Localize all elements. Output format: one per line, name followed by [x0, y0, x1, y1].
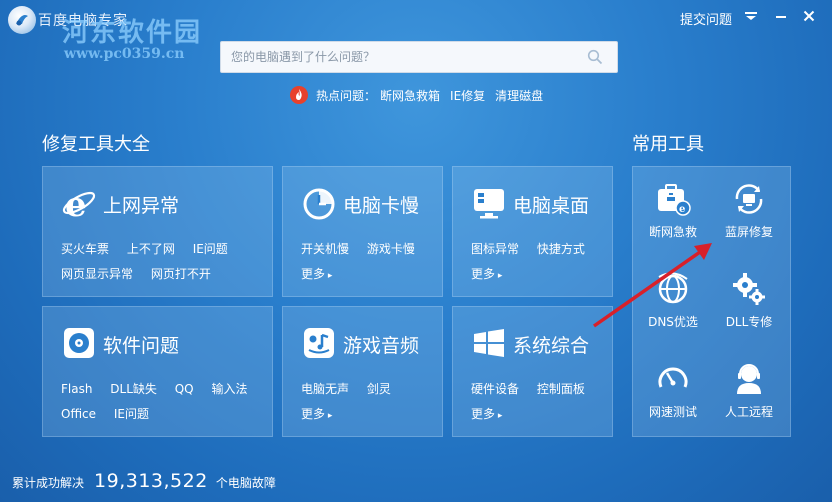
- link-icon-error[interactable]: 图标异常: [471, 242, 519, 256]
- menu-dropdown-icon[interactable]: [740, 6, 762, 26]
- footer-prefix: 累计成功解决: [12, 476, 85, 490]
- feedback-link[interactable]: 提交问题: [680, 9, 732, 28]
- card-title: 软件问题: [103, 335, 180, 357]
- link-dll-missing[interactable]: DLL缺失: [110, 382, 157, 396]
- flame-icon: [290, 86, 308, 104]
- more-link[interactable]: 更多: [471, 267, 502, 281]
- link-ie-problem[interactable]: IE问题: [193, 242, 228, 256]
- card-title: 游戏音频: [343, 335, 420, 357]
- first-aid-kit-icon: e: [655, 181, 691, 217]
- card-slow-computer[interactable]: 电脑卡慢 开关机慢 游戏卡慢 更多: [282, 166, 443, 297]
- link-flash[interactable]: Flash: [61, 382, 92, 396]
- tool-label: 蓝屏修复: [724, 225, 773, 239]
- common-tools-heading: 常用工具: [632, 134, 704, 155]
- hot-issues-label: 热点问题：: [316, 88, 377, 103]
- tool-label: DLL专修: [725, 315, 773, 329]
- gamepad-icon: [301, 325, 337, 361]
- search-input[interactable]: [231, 42, 571, 72]
- solved-count: 19,313,522: [94, 470, 208, 492]
- annotation-arrow: [592, 243, 712, 328]
- repair-tools-heading: 修复工具大全: [42, 134, 150, 155]
- more-link[interactable]: 更多: [471, 407, 502, 421]
- link-page-display-error[interactable]: 网页显示异常: [61, 267, 133, 281]
- link-qq[interactable]: QQ: [175, 382, 194, 396]
- hot-issues-row: 热点问题： 断网急救箱 IE修复 清理磁盘: [290, 86, 543, 104]
- minimize-icon[interactable]: [770, 6, 792, 26]
- card-title: 电脑桌面: [513, 195, 590, 217]
- card-internet-issue[interactable]: e 上网异常 买火车票 上不了网 IE问题 网页显示异常 网页打不开: [42, 166, 273, 297]
- link-jianling[interactable]: 剑灵: [367, 382, 391, 396]
- card-software-issue[interactable]: 软件问题 Flash DLL缺失 QQ 输入法 Office IE问题: [42, 306, 273, 437]
- link-page-not-open[interactable]: 网页打不开: [151, 267, 211, 281]
- link-shortcut[interactable]: 快捷方式: [537, 242, 585, 256]
- more-link[interactable]: 更多: [301, 267, 332, 281]
- card-title: 系统综合: [513, 335, 590, 357]
- link-no-sound[interactable]: 电脑无声: [301, 382, 349, 396]
- app-logo-icon: [8, 6, 36, 34]
- speedometer-icon: [655, 361, 691, 397]
- gears-icon: [731, 271, 767, 307]
- timer-icon: [301, 185, 337, 221]
- bluescreen-repair-icon: [731, 181, 767, 217]
- footer-stats: 累计成功解决 19,313,522 个电脑故障: [12, 470, 276, 492]
- link-office[interactable]: Office: [61, 407, 96, 421]
- svg-text:e: e: [679, 204, 685, 215]
- link-slow-boot[interactable]: 开关机慢: [301, 242, 349, 256]
- link-game-lag[interactable]: 游戏卡慢: [367, 242, 415, 256]
- support-agent-icon: [731, 361, 767, 397]
- ie-icon: e: [61, 185, 97, 225]
- link-hardware[interactable]: 硬件设备: [471, 382, 519, 396]
- footer-suffix: 个电脑故障: [215, 476, 276, 490]
- disc-icon: [61, 325, 97, 361]
- tool-speed-test[interactable]: 网速测试: [637, 361, 709, 420]
- link-no-internet[interactable]: 上不了网: [127, 242, 175, 256]
- watermark-text: 河东软件园: [62, 18, 203, 48]
- watermark-url: www.pc0359.cn: [64, 46, 185, 62]
- close-icon[interactable]: [798, 6, 820, 26]
- hot-link-ie-repair[interactable]: IE修复: [450, 87, 485, 104]
- card-title: 上网异常: [103, 195, 180, 217]
- hot-link-clean-disk[interactable]: 清理磁盘: [495, 87, 543, 104]
- desktop-icon: [471, 185, 507, 221]
- more-link[interactable]: 更多: [301, 407, 332, 421]
- search-box[interactable]: [220, 41, 618, 73]
- search-icon[interactable]: [587, 49, 603, 69]
- card-title: 电脑卡慢: [343, 195, 420, 217]
- card-game-audio[interactable]: 游戏音频 电脑无声 剑灵 更多: [282, 306, 443, 437]
- link-input-method[interactable]: 输入法: [211, 382, 247, 396]
- tool-label: 人工远程: [724, 405, 773, 419]
- tool-remote-support[interactable]: 人工远程: [713, 361, 785, 420]
- tool-label: 网速测试: [648, 405, 697, 419]
- windows-icon: [471, 325, 507, 361]
- hot-link-network-rescue[interactable]: 断网急救箱: [380, 87, 440, 104]
- link-control-panel[interactable]: 控制面板: [537, 382, 585, 396]
- link-ie-problem[interactable]: IE问题: [114, 407, 149, 421]
- link-train-ticket[interactable]: 买火车票: [61, 242, 109, 256]
